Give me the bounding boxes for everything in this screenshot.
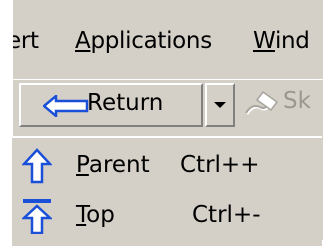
sketch-icon[interactable]	[243, 88, 281, 120]
up-arrow-icon	[22, 148, 52, 184]
menu-bar: ert Applications Wind	[13, 10, 323, 66]
sketch-label: Sk	[283, 88, 311, 114]
return-button[interactable]: Return	[19, 83, 203, 127]
menu-applications-label: pplications	[90, 28, 212, 54]
menu-item-top[interactable]: Top Ctrl+-	[12, 194, 312, 238]
menu-insert[interactable]: ert	[13, 28, 39, 54]
menu-window-accel: W	[253, 28, 275, 54]
menu-item-top-label: Top	[76, 202, 115, 228]
menu-insert-label: ert	[13, 28, 39, 54]
menu-applications-accel: A	[75, 28, 91, 54]
menu-window-label: ind	[274, 28, 310, 54]
menu-item-parent-accel: P	[76, 152, 89, 178]
menu-item-top-shortcut: Ctrl+-	[192, 202, 261, 228]
menu-item-parent-shortcut: Ctrl++	[180, 152, 260, 178]
menu-item-parent[interactable]: Parent Ctrl++	[12, 144, 312, 188]
toolbar: Return Sk	[13, 79, 323, 132]
return-label: Return	[87, 90, 164, 116]
return-dropdown-button[interactable]	[205, 83, 235, 127]
menu-item-parent-label: Parent	[76, 152, 150, 178]
menu-item-parent-text: arent	[88, 152, 150, 178]
dropdown-menu: Parent Ctrl++ Top Ctrl+-	[10, 136, 322, 246]
dropdown-arrow-icon	[214, 102, 226, 108]
menu-window[interactable]: Wind	[253, 28, 310, 54]
left-arrow-icon	[43, 95, 89, 117]
menu-item-top-text: op	[86, 202, 115, 228]
menu-item-top-accel: T	[76, 202, 87, 228]
menu-applications[interactable]: Applications	[75, 28, 212, 54]
top-arrow-icon	[22, 199, 52, 234]
